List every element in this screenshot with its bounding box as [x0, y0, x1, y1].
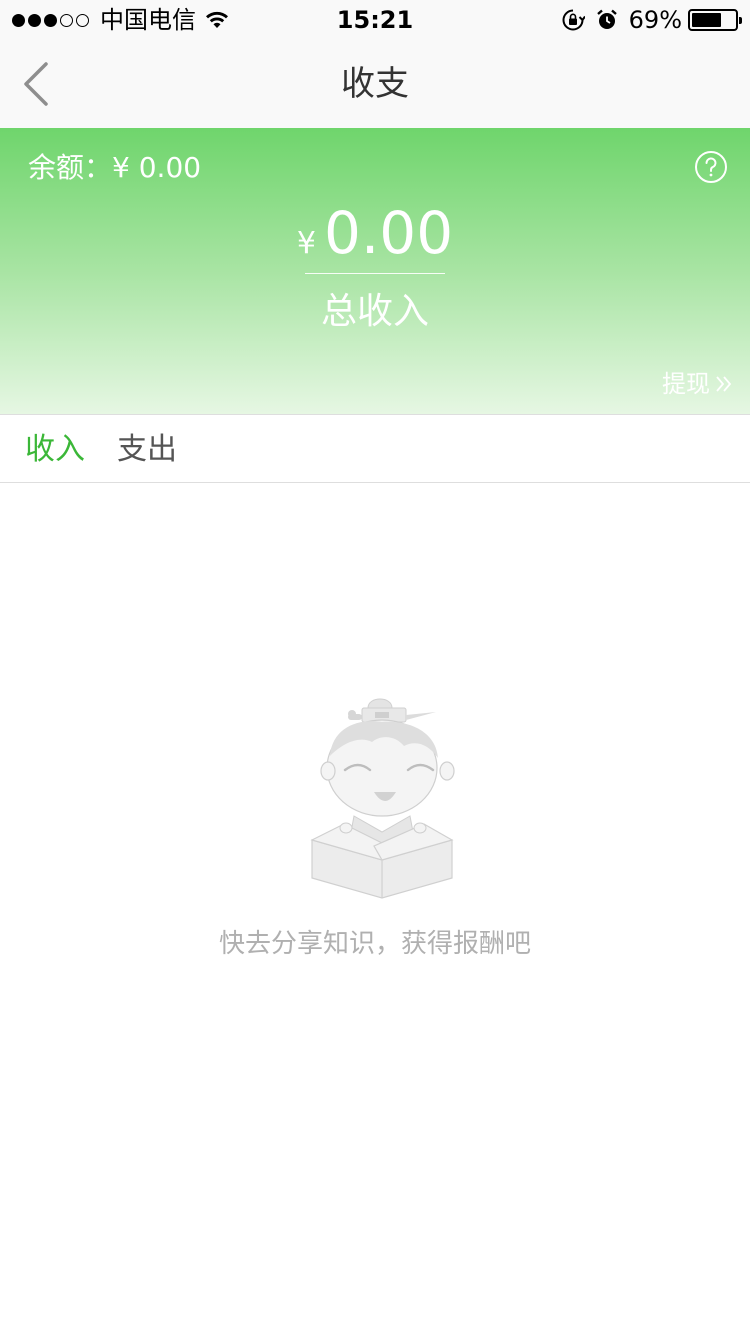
balance-label: 余额： — [28, 151, 113, 184]
status-right: 69% — [561, 6, 742, 34]
amount-value: 0.00 — [323, 199, 454, 267]
boy-in-box-illustration — [310, 698, 455, 899]
empty-state-message: 快去分享知识，获得报酬吧 — [218, 929, 531, 959]
currency-symbol: ¥ — [296, 226, 316, 261]
rotation-lock-icon — [562, 9, 585, 31]
status-bar: 中国电信 15:21 69% — [0, 0, 750, 40]
tab-bar: 收入 支出 — [0, 414, 750, 483]
battery-fill — [692, 13, 721, 27]
battery-icon — [688, 9, 742, 31]
withdraw-label: 提现 — [662, 370, 710, 398]
double-chevron-right-icon — [716, 376, 732, 392]
amount-divider — [305, 273, 445, 274]
balance-row: 余额： ¥ 0.00 — [28, 150, 201, 186]
balance-value: ¥ 0.00 — [112, 151, 202, 184]
tab-income[interactable]: 收入 — [25, 431, 85, 469]
total-amount: ¥0.00 — [0, 198, 750, 283]
balance-header: 余额： ¥ 0.00 ¥0.00 总收入 提现 — [0, 128, 750, 414]
total-income-label: 总收入 — [320, 291, 429, 332]
income-expense-page: 中国电信 15:21 69% 收支 余额： ¥ 0.00 ¥ 0.00 总收入 … — [0, 0, 750, 1334]
page-title: 收支 — [341, 64, 409, 104]
alarm-icon — [596, 9, 617, 29]
navigation-bar: 收支 — [0, 40, 750, 128]
tab-expense[interactable]: 支出 — [117, 431, 177, 469]
question-circle-icon[interactable] — [694, 150, 728, 184]
battery-percent: 69% — [628, 6, 682, 34]
withdraw-link[interactable]: 提现 — [662, 368, 734, 400]
